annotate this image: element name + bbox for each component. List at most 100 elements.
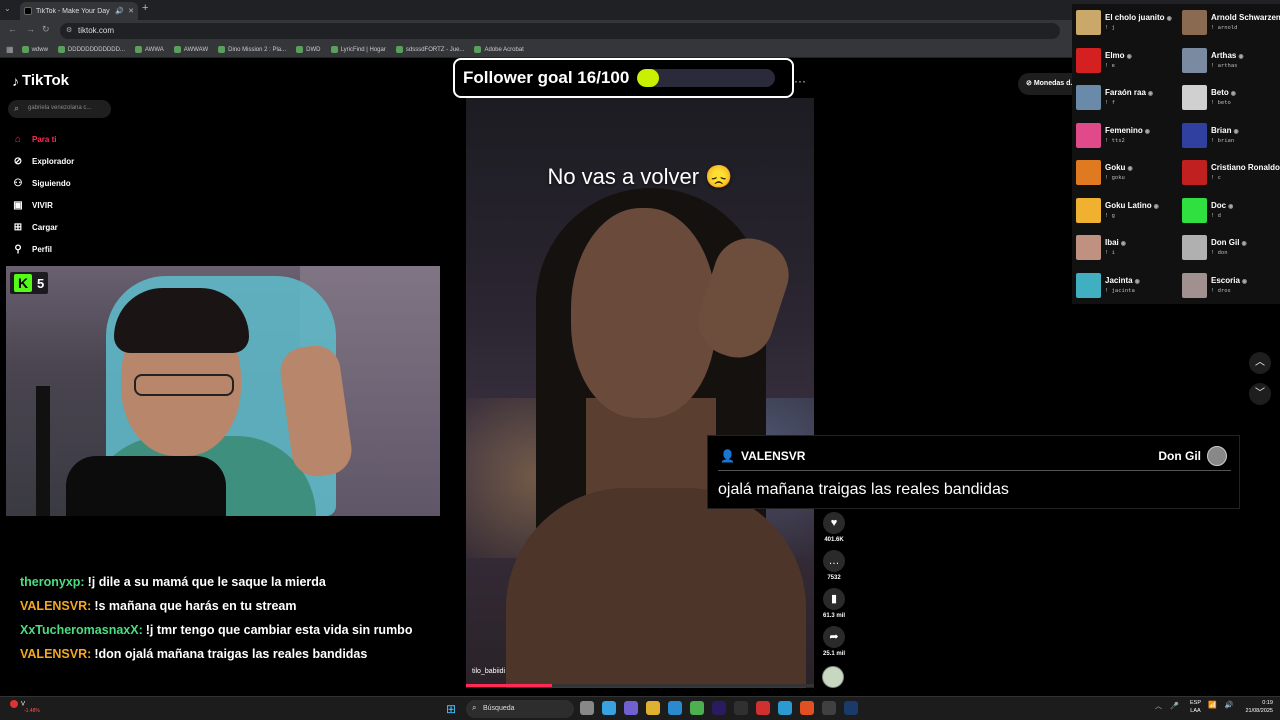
windows-start-icon[interactable]: ⊞: [446, 702, 456, 716]
voice-command-item: Goku Latino ◉ ! g: [1072, 196, 1176, 234]
clock-time: 0:19: [1262, 700, 1273, 706]
sidebar-item-2[interactable]: ⚇ Siguiendo: [12, 172, 74, 194]
voice-name: Beto: [1211, 88, 1229, 97]
voice-trigger: ! don: [1211, 250, 1228, 256]
steam-icon[interactable]: [844, 701, 858, 715]
voice-command-item: Beto ◉ ! beto: [1178, 83, 1280, 121]
file-explorer-icon[interactable]: [646, 701, 660, 715]
tiktok-logo[interactable]: ♪ TikTok: [12, 72, 69, 89]
video-progress-bar[interactable]: [466, 684, 814, 687]
wifi-icon[interactable]: 📶: [1208, 701, 1217, 709]
voice-name: Brian: [1211, 125, 1232, 135]
voice-avatar: [1182, 10, 1207, 35]
coin-icon: ⊘: [1026, 80, 1034, 87]
language-bottom: LAA: [1190, 708, 1201, 714]
voice-trigger: ! e: [1105, 62, 1115, 69]
obs-icon[interactable]: [822, 701, 836, 715]
sound-avatar[interactable]: [822, 666, 844, 688]
chat-message: VALENSVR: !don ojalá mañana traigas las r…: [20, 646, 420, 663]
more-options-icon[interactable]: ···: [794, 74, 806, 88]
back-icon[interactable]: ←: [8, 24, 17, 34]
url-text: tiktok.com: [78, 26, 115, 35]
voice-badge-icon: ◉: [1120, 241, 1127, 247]
close-tab-icon[interactable]: ✕: [128, 7, 134, 15]
url-field[interactable]: ⚙ tiktok.com: [60, 23, 1060, 39]
voice-badge-icon: ◉: [1233, 128, 1239, 135]
bookmark-item[interactable]: AWWAW: [173, 46, 208, 53]
bookmark-icon: [474, 46, 482, 53]
sidebar-item-4[interactable]: ⊞ Cargar: [12, 216, 74, 238]
sidebar-item-5[interactable]: ⚲ Perfil: [12, 238, 74, 260]
copilot-icon[interactable]: [602, 701, 616, 715]
voice-name-row: Ibai ◉: [1105, 238, 1126, 247]
search-input[interactable]: ⌕ gabriela venezolana c...: [8, 100, 111, 118]
opera-icon[interactable]: [756, 701, 770, 715]
profile-icon: ⚲: [14, 243, 22, 255]
premiere-icon[interactable]: [712, 701, 726, 715]
forward-icon[interactable]: →: [26, 24, 35, 34]
taskbar-clock[interactable]: 0:19 21/08/2025: [1237, 699, 1273, 715]
store-icon[interactable]: [668, 701, 682, 715]
tray-mic-icon[interactable]: 🎤: [1170, 702, 1179, 710]
system-tray: ︿ 🎤: [1155, 701, 1187, 711]
windows-taskbar: V -1.48% ⊞ ⌕ Búsqueda ︿ 🎤 ESP LAA 📶 🔊 0:…: [0, 696, 1280, 720]
video-player[interactable]: No vas a volver 😞 tilo_babiidi: [466, 98, 814, 688]
next-video-button[interactable]: ﹀: [1249, 383, 1271, 405]
volume-icon[interactable]: 🔊: [1225, 701, 1234, 709]
share-button[interactable]: ➦ 25.1 mil: [822, 626, 846, 657]
voice-name: Arnold Schwarzenegger: [1211, 13, 1280, 22]
app-icon[interactable]: [734, 701, 748, 715]
bookmark-item[interactable]: sdsssdFORTZ - Jue...: [395, 46, 464, 53]
bookmark-item[interactable]: AWWA: [134, 46, 164, 53]
taskbar-search[interactable]: ⌕ Búsqueda: [466, 700, 574, 718]
chrome-icon[interactable]: [690, 701, 704, 715]
bookmark-item[interactable]: DDDDDDDDDDDD...: [57, 46, 125, 53]
bookmark-item[interactable]: Dino Mission 2 : Pla...: [218, 46, 286, 53]
heart-icon: ♥: [823, 512, 845, 534]
voice-command-item: Arnold Schwarzenegger◉ ! arnold: [1178, 8, 1280, 46]
voice-name: Arthas: [1211, 50, 1237, 60]
stock-widget[interactable]: V -1.48%: [10, 700, 40, 714]
apps-grid-icon[interactable]: ▦: [6, 45, 14, 54]
follower-goal-fill: [637, 69, 660, 87]
bookmark-label: AWWA: [144, 46, 164, 53]
language-indicator[interactable]: ESP LAA: [1190, 699, 1201, 715]
reload-icon[interactable]: ↻: [42, 24, 50, 35]
voice-trigger: ! d: [1211, 212, 1221, 219]
voice-badge-icon: ◉: [1144, 128, 1151, 135]
brave-icon[interactable]: [800, 701, 814, 715]
kick-logo-icon: K: [14, 274, 32, 292]
voice-name-row: Arnold Schwarzenegger◉: [1211, 13, 1280, 22]
voice-name-row: Doc ◉: [1211, 201, 1233, 210]
voice-command-item: Jacinta ◉ ! jacinta: [1072, 271, 1176, 309]
bookmark-item[interactable]: wdww: [21, 46, 48, 53]
chat-username: XxTucheromasnaxX:: [20, 623, 143, 637]
following-icon: ⚇: [13, 177, 23, 189]
site-info-icon[interactable]: ⚙: [66, 26, 72, 34]
comment-button[interactable]: … 7532: [822, 550, 846, 581]
new-tab-button[interactable]: +: [142, 2, 148, 14]
tab-search-icon[interactable]: ⌄: [4, 4, 11, 13]
browser-tab[interactable]: TikTok - Make Your Day 🔊 ✕: [20, 2, 138, 20]
like-button[interactable]: ♥ 401.6K: [822, 512, 846, 543]
sidebar-item-1[interactable]: ⊘ Explorador: [12, 150, 74, 172]
speaker-icon[interactable]: 🔊: [115, 7, 124, 15]
sidebar-item-0[interactable]: ⌂ Para ti: [12, 128, 74, 150]
task-view-icon[interactable]: [580, 701, 594, 715]
sidebar-item-3[interactable]: ▣ VIVIR: [12, 194, 74, 216]
previous-video-button[interactable]: ︿: [1249, 352, 1271, 374]
bookmark-item[interactable]: DWD: [296, 46, 321, 53]
bookmark-item[interactable]: LyricFind | Hogar: [330, 46, 386, 53]
video-author[interactable]: tilo_babiidi: [472, 668, 505, 675]
live-icon: ▣: [13, 199, 23, 211]
share-count: 25.1 mil: [822, 651, 845, 657]
bookmark-icon: [134, 46, 142, 53]
voice-badge-icon: ◉: [1166, 16, 1172, 22]
voice-info: Faraón raa ◉ ! f: [1105, 83, 1153, 106]
edge-icon[interactable]: [778, 701, 792, 715]
tray-chevron-icon[interactable]: ︿: [1155, 701, 1162, 711]
bookmark-label: Adobe Acrobat: [484, 46, 524, 53]
teams-icon[interactable]: [624, 701, 638, 715]
save-button[interactable]: ▮ 61.3 mil: [822, 588, 846, 619]
bookmark-item[interactable]: Adobe Acrobat: [474, 46, 524, 53]
